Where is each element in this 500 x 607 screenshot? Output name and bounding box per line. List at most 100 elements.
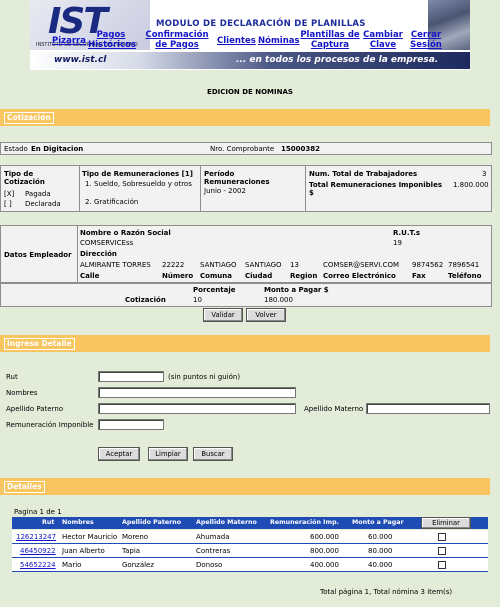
eliminar-button[interactable]: Eliminar (421, 517, 471, 529)
table-header: Rut Nombres Apellido Paterno Apellido Ma… (12, 517, 488, 529)
nav-pagos-historicos[interactable]: Pagos Históricos (88, 30, 136, 50)
site-url: www.ist.cl (54, 55, 107, 65)
porcentaje-value: 10 (193, 296, 202, 304)
row-remuneracion: 400.000 (310, 561, 339, 569)
validar-button[interactable]: Validar (203, 308, 243, 322)
row-nombres: Hector Mauricio (62, 533, 118, 541)
row-apellido-paterno: Moreno (122, 533, 149, 541)
buscar-button[interactable]: Buscar (193, 447, 233, 461)
apellido-paterno-label: Apellido Paterno (6, 405, 64, 413)
nav-pizarra[interactable]: Pizarra (52, 36, 86, 47)
tipo-rem-item-2: Gratificación (94, 198, 139, 206)
nav-plantillas-captura[interactable]: Plantillas de Captura (300, 30, 360, 50)
periodo-value: Junio - 2002 (204, 187, 246, 195)
nav-cerrar-sesion[interactable]: Cerrar Sesión (408, 30, 444, 50)
table-footer-summary: Total página 1, Total nómina 3 item(s) (320, 588, 453, 596)
numero-header: Número (162, 272, 194, 280)
calle-header: Calle (80, 272, 100, 280)
region-header: Region (290, 272, 318, 280)
declarada-label: Declarada (25, 200, 61, 208)
row-monto: 60.000 (368, 533, 393, 541)
porcentaje-panel: Porcentaje Monto a Pagar $ Cotización 10… (0, 283, 492, 307)
rut-input[interactable] (98, 371, 164, 382)
region-value: 13 (290, 261, 299, 269)
monto-pagar-label: Monto a Pagar $ (264, 286, 329, 294)
monto-pagar-value: 180.000 (264, 296, 293, 304)
row-rut-link[interactable]: 46450922 (20, 547, 56, 555)
row-delete-checkbox[interactable] (438, 547, 446, 555)
tipo-rem-item-1: Sueldo, Sobresueldo y otros (94, 180, 192, 188)
divider (305, 166, 306, 211)
datos-empleador-label: Datos Empleador (4, 251, 72, 259)
apellido-materno-input[interactable] (366, 403, 490, 414)
calle-value: ALMIRANTE TORRES (80, 261, 151, 269)
nav-nominas[interactable]: Nóminas (258, 36, 300, 47)
ruts-label: R.U.T.s (393, 229, 421, 237)
remuneracion-imponible-input[interactable] (98, 419, 164, 430)
nav-clientes[interactable]: Clientes (217, 36, 256, 47)
table-row: 126213247 Hector Mauricio Moreno Ahumada… (12, 530, 488, 544)
row-nombres: Juan Alberto (62, 547, 105, 555)
row-monto: 80.000 (368, 547, 393, 555)
row-apellido-paterno: Tapia (122, 547, 141, 555)
telefono-header: Teléfono (448, 272, 482, 280)
telefono-value: 7896541 (448, 261, 480, 269)
comuna-header: Comuna (200, 272, 232, 280)
col-monto: Monto a Pagar (352, 517, 404, 529)
row-rut-link[interactable]: 126213247 (16, 533, 56, 541)
estado-row: Estado En Digitacion Nro. Comprobante 15… (0, 142, 492, 155)
num-trabajadores-value: 3 (482, 170, 487, 178)
volver-button[interactable]: Volver (246, 308, 286, 322)
col-rut: Rut (42, 517, 55, 529)
comprobante-value: 15000382 (281, 145, 320, 153)
empleador-panel: Datos Empleador Nombre o Razón Social R.… (0, 225, 492, 283)
num-trabajadores-label: Num. Total de Trabajadores (309, 170, 418, 178)
ciudad-header: Ciudad (245, 272, 273, 280)
porcentaje-label: Porcentaje (193, 286, 236, 294)
razon-social-value: COMSERVICEss (80, 239, 134, 247)
ingreso-section-label: Ingreso Detalle (4, 338, 75, 350)
table-row: 54652224 Mario González Donoso 400.000 4… (12, 558, 488, 572)
row-rut-link[interactable]: 54652224 (20, 561, 56, 569)
rut-label: Rut (6, 373, 18, 381)
direccion-label: Dirección (80, 250, 117, 258)
nombres-label: Nombres (6, 389, 38, 397)
comuna-value: SANTIAGO (200, 261, 237, 269)
row-apellido-materno: Ahumada (196, 533, 230, 541)
nav-cambiar-clave[interactable]: Cambiar Clave (362, 30, 404, 50)
row-apellido-materno: Contreras (196, 547, 231, 555)
divider (77, 226, 78, 282)
cotizacion-detail-panel: Tipo de Cotización [X] Pagada [ ] Declar… (0, 165, 492, 212)
row-monto: 40.000 (368, 561, 393, 569)
row-delete-checkbox[interactable] (438, 561, 446, 569)
pagina-indicator: Pagina 1 de 1 (14, 508, 62, 516)
col-nombres: Nombres (62, 517, 94, 529)
estado-label: Estado (4, 145, 28, 153)
tagline: ... en todos los procesos de la empresa. (236, 55, 439, 65)
apellido-paterno-input[interactable] (98, 403, 296, 414)
tipo-cotizacion-label: Tipo de Cotización (4, 170, 45, 186)
tipo-rem-index-1: 1. (85, 180, 92, 188)
correo-value: COMSER@SERVI.COM (323, 261, 400, 269)
tipo-remuneraciones-label: Tipo de Remuneraciones [1] (82, 170, 193, 178)
fax-value: 9874562 (412, 261, 444, 269)
aceptar-button[interactable]: Aceptar (98, 447, 140, 461)
pagada-label: Pagada (25, 190, 51, 198)
row-nombres: Mario (62, 561, 82, 569)
tipo-rem-index-2: 2. (85, 198, 92, 206)
row-apellido-paterno: González (122, 561, 155, 569)
total-remuneraciones-value: 1.800.000 (453, 181, 489, 189)
nombres-input[interactable] (98, 387, 296, 398)
row-apellido-materno: Donoso (196, 561, 223, 569)
cotizacion-label: Cotización (125, 296, 166, 304)
correo-header: Correo Electrónico (323, 272, 396, 280)
detalles-section-label: Detalles (4, 481, 45, 493)
row-remuneracion: 800.000 (310, 547, 339, 555)
ingreso-section-bar: Ingreso Detalle (0, 335, 490, 352)
limpiar-button[interactable]: Limpiar (148, 447, 188, 461)
row-delete-checkbox[interactable] (438, 533, 446, 541)
estado-value: En Digitacion (31, 145, 84, 153)
fax-header: Fax (412, 272, 426, 280)
total-remuneraciones-label: Total Remuneraciones Imponibles $ (309, 181, 442, 197)
nav-confirmacion-pagos[interactable]: Confirmación de Pagos (144, 30, 210, 50)
